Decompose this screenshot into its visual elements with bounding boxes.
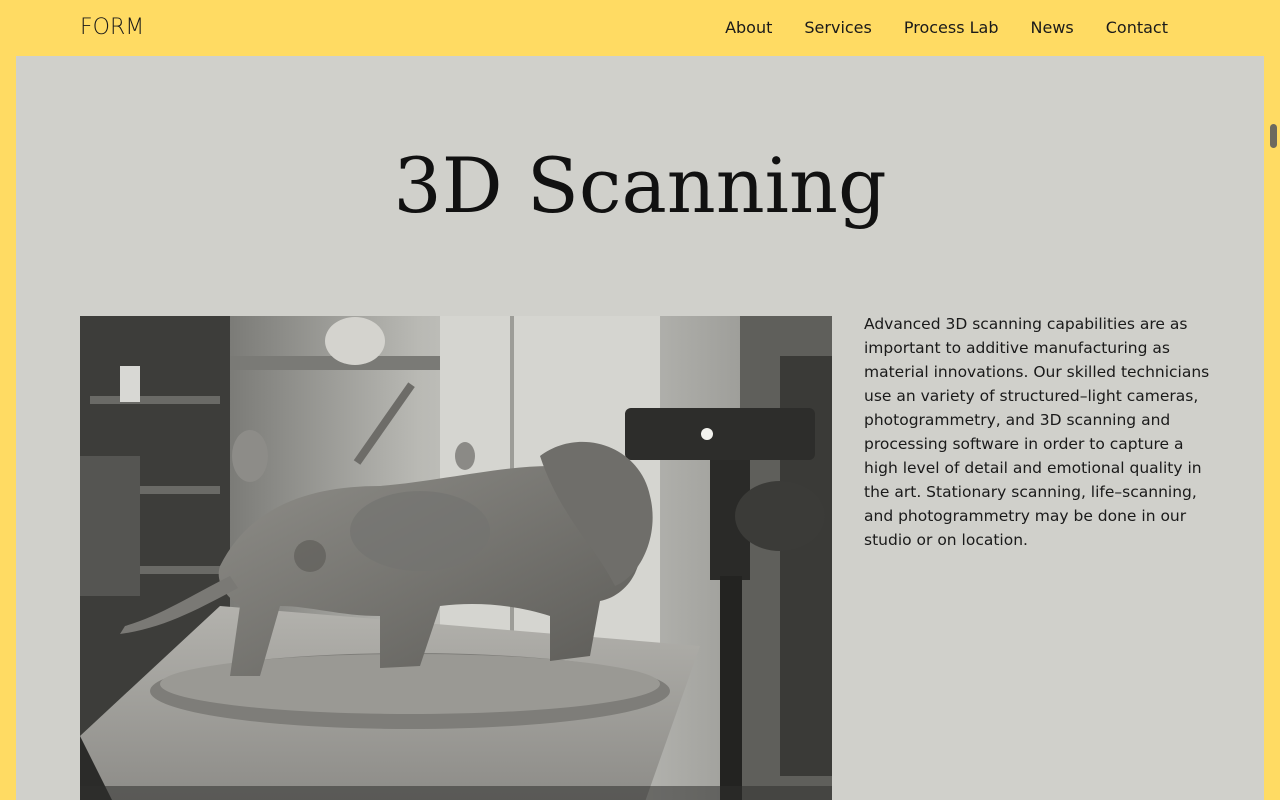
content-panel: 3D Scanning Advanced 3D scanning capabil… xyxy=(16,56,1264,800)
site-logo[interactable]: FORM xyxy=(80,15,144,40)
service-description: Advanced 3D scanning capabilities are as… xyxy=(864,315,1210,549)
nav-item-process-lab[interactable]: Process Lab xyxy=(904,18,999,37)
nav-item-news[interactable]: News xyxy=(1031,18,1074,37)
page-scrollbar-thumb[interactable] xyxy=(1270,124,1277,148)
main-nav: About Services Process Lab News Contact xyxy=(725,18,1168,37)
nav-item-services[interactable]: Services xyxy=(804,18,871,37)
hero-photo xyxy=(80,316,832,800)
nav-item-about[interactable]: About xyxy=(725,18,772,37)
lion-sculpture-scan-photo xyxy=(80,316,832,800)
site-header: FORM About Services Process Lab News Con… xyxy=(0,0,1280,56)
nav-item-contact[interactable]: Contact xyxy=(1106,18,1168,37)
page-title: 3D Scanning xyxy=(393,141,887,230)
